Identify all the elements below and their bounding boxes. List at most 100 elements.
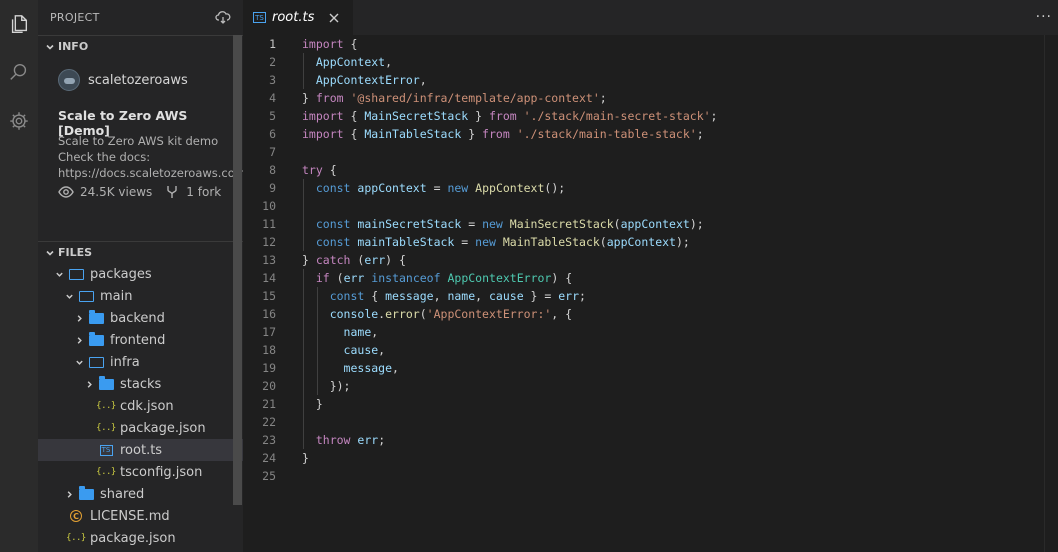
code-token: new [447, 181, 469, 195]
code-token: , { [551, 307, 573, 321]
chevron-down-icon [42, 245, 58, 261]
file-item-root-ts[interactable]: TS root.ts [38, 439, 243, 461]
indent-guide [303, 179, 304, 251]
code-token: { [343, 109, 365, 123]
code-token: } [461, 127, 483, 141]
code-token: const [315, 181, 351, 195]
code-line: 15 const { message, name, cause } = err; [243, 287, 1058, 305]
editor-scrollbar[interactable] [1044, 35, 1058, 552]
sidebar-scrollbar[interactable] [233, 35, 242, 505]
tree-item-label: tsconfig.json [120, 464, 203, 480]
folder-item-packages[interactable]: packages [38, 263, 243, 285]
code-token: , [378, 343, 386, 357]
chevron-right-icon [72, 333, 86, 347]
code-line: 23 throw err; [243, 431, 1058, 449]
chevron-down-icon [62, 289, 76, 303]
code-area[interactable]: 1 import {2 AppContext, 3 AppContextError,… [243, 35, 1058, 552]
chevron-right-icon [82, 377, 96, 391]
code-line: 20 }); [243, 377, 1058, 395]
line-source: if (err instanceof AppContextError) { [302, 269, 572, 287]
gear-icon[interactable] [0, 102, 38, 140]
typescript-file-icon: TS [98, 443, 114, 457]
folder-item-backend[interactable]: backend [38, 307, 243, 329]
info-section-header[interactable]: INFO [38, 35, 243, 57]
code-token: , [475, 289, 489, 303]
file-item-tsconfig-json[interactable]: {..} tsconfig.json [38, 461, 243, 483]
code-token: name [447, 289, 476, 303]
chevron-down-icon [72, 355, 86, 369]
file-item-package-json[interactable]: {..} package.json [38, 527, 243, 549]
code-token: MainTableStack [364, 127, 462, 141]
explorer-icon[interactable] [0, 5, 38, 43]
files-section-header[interactable]: FILES [38, 241, 243, 263]
line-number: 5 [269, 109, 276, 123]
code-token: from [315, 91, 344, 105]
code-token: './stack/main-table-stack' [516, 127, 697, 141]
search-icon[interactable] [0, 53, 38, 91]
code-line: 10 [243, 197, 1058, 215]
code-token: AppContextError [315, 73, 420, 87]
folder-item-infra[interactable]: infra [38, 351, 243, 373]
code-token: appContext [357, 181, 427, 195]
eye-icon [58, 186, 74, 198]
code-token: message [385, 289, 434, 303]
folder-item-frontend[interactable]: frontend [38, 329, 243, 351]
code-line: 24} [243, 449, 1058, 467]
line-number: 4 [269, 91, 276, 105]
line-number: 16 [262, 307, 276, 321]
tree-item-label: backend [110, 310, 165, 326]
code-token: ); [689, 217, 704, 231]
file-item-cdk-json[interactable]: {..} cdk.json [38, 395, 243, 417]
code-token: ; [710, 109, 718, 123]
tree-item-label: package.json [120, 420, 206, 436]
code-token: ) { [551, 271, 573, 285]
typescript-file-icon: TS [253, 12, 266, 23]
code-token: const [315, 217, 351, 231]
close-icon[interactable] [327, 10, 341, 24]
folder-item-main[interactable]: main [38, 285, 243, 307]
code-line: 13} catch (err) { [243, 251, 1058, 269]
forks-stat: 1 fork [166, 185, 221, 199]
line-number: 9 [269, 181, 276, 195]
line-source: const mainSecretStack = new MainSecretSt… [302, 215, 704, 233]
more-actions-icon[interactable]: ··· [1036, 9, 1052, 25]
line-source: try { [302, 161, 337, 179]
line-source: cause, [302, 341, 386, 359]
file-item-package-json[interactable]: {..} package.json [38, 417, 243, 439]
folder-open-icon [78, 289, 94, 303]
line-source: } [302, 395, 323, 413]
code-token: { [364, 289, 386, 303]
tree-item-label: infra [110, 354, 140, 370]
docs-link[interactable]: https://docs.scaletozeroaws.com [58, 165, 243, 181]
code-line: 14 if (err instanceof AppContextError) { [243, 269, 1058, 287]
line-source: import { MainTableStack } from './stack/… [302, 125, 704, 143]
tree-item-label: cdk.json [120, 398, 174, 414]
cloud-download-icon[interactable] [215, 10, 231, 24]
code-token: AppContext [315, 55, 386, 69]
tab-root-ts[interactable]: TS root.ts [243, 0, 353, 35]
sidebar-title: PROJECT [50, 11, 100, 24]
code-token: cause [489, 289, 524, 303]
code-line: 7 [243, 143, 1058, 161]
code-token: } = [523, 289, 559, 303]
code-token: { [343, 37, 358, 51]
file-item-license-md[interactable]: C LICENSE.md [38, 505, 243, 527]
folder-icon [88, 331, 104, 347]
line-source: }); [302, 377, 351, 395]
code-token: ; [378, 433, 386, 447]
code-token: console [329, 307, 379, 321]
repo-owner[interactable]: scaletozeroaws [88, 73, 188, 88]
code-token: appContext [620, 217, 690, 231]
folder-item-shared[interactable]: shared [38, 483, 243, 505]
json-file-icon: {..} [66, 533, 86, 543]
folder-item-stacks[interactable]: stacks [38, 373, 243, 395]
code-token: message [343, 361, 393, 375]
code-token: '@shared/infra/template/app-context' [350, 91, 600, 105]
code-token: new [475, 235, 496, 249]
